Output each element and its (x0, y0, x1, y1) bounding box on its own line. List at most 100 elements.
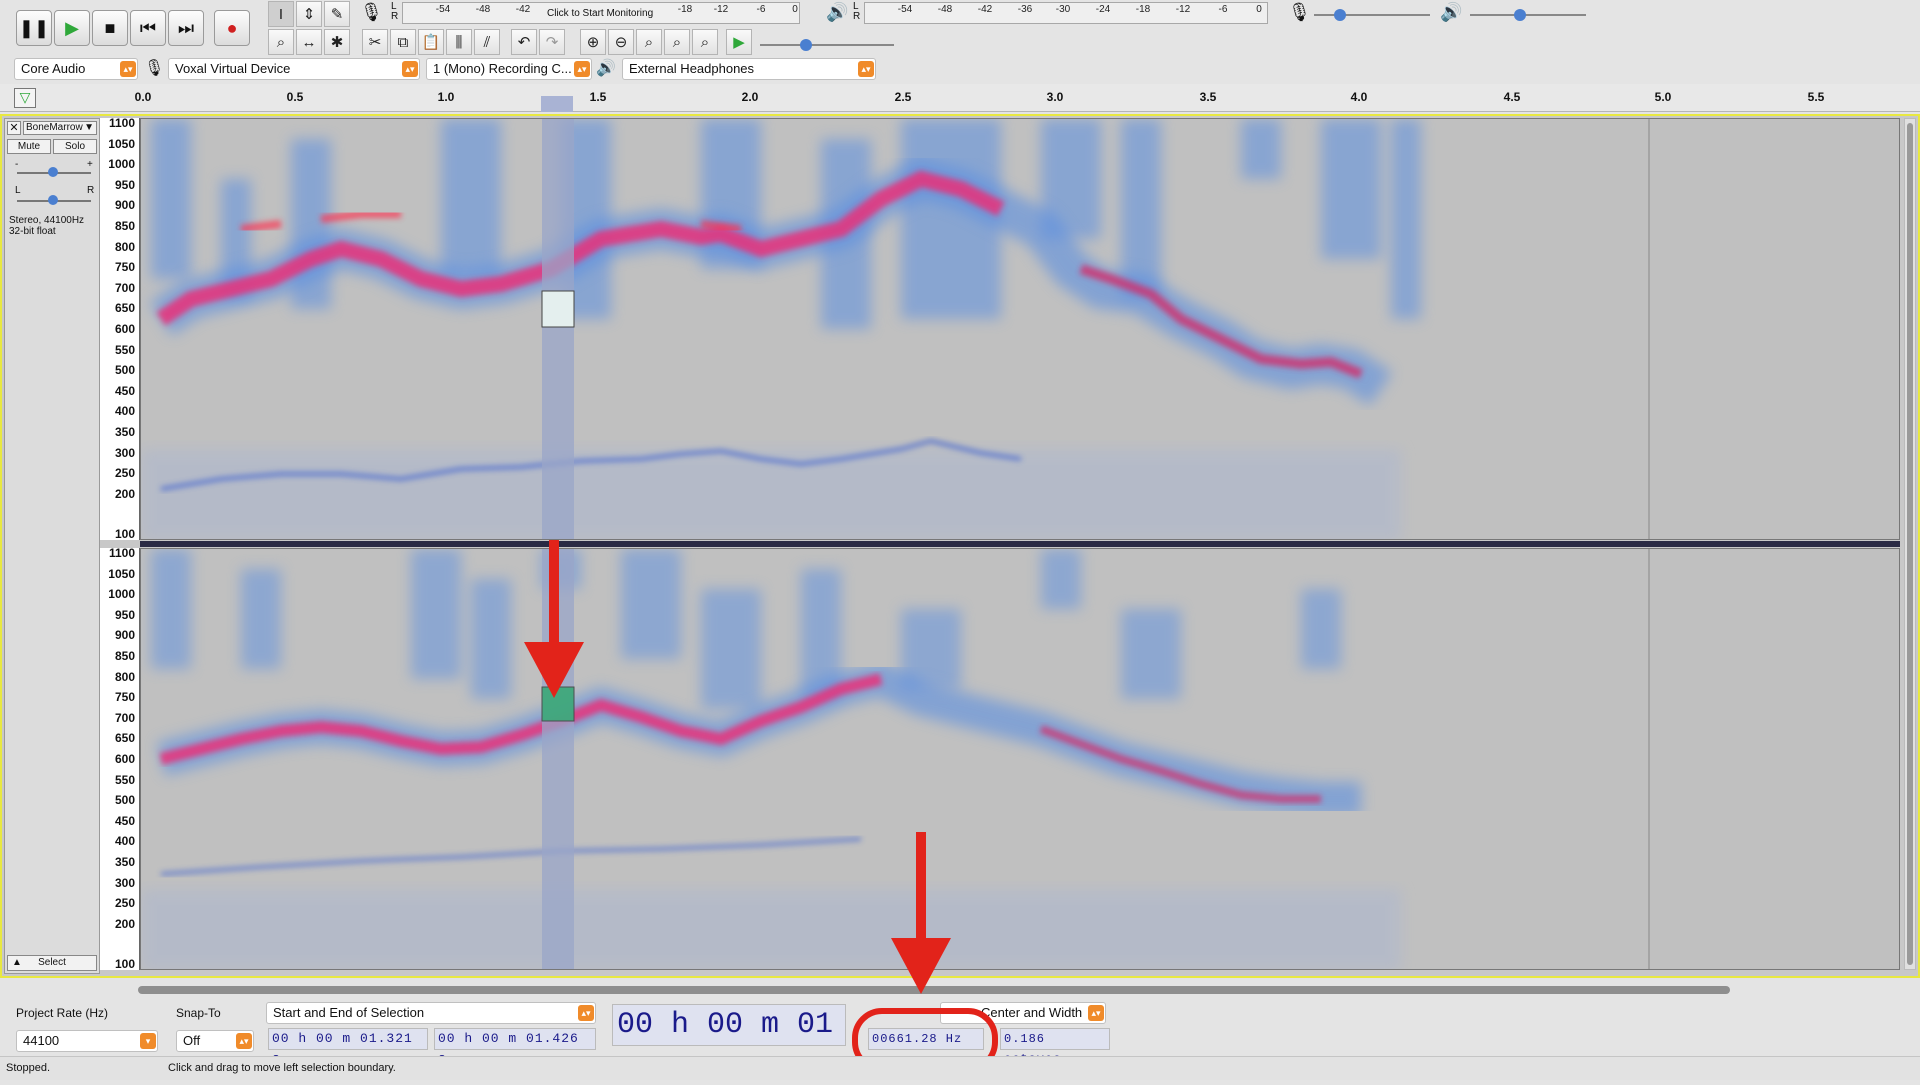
paste-button[interactable]: 📋 (418, 29, 444, 55)
rec-meter-lr: LR (391, 1, 399, 22)
multi-tool[interactable]: ✱ (324, 29, 350, 55)
speaker-icon[interactable]: 🔊 (826, 2, 848, 23)
selection-tool[interactable]: I (268, 1, 294, 27)
audio-position-display[interactable]: 00 h 00 m 01 s (612, 1004, 846, 1082)
pan-slider[interactable] (17, 195, 91, 205)
play-meter-lr: LR (853, 1, 861, 22)
track-name-menu[interactable]: BoneMarrow ▼ (23, 121, 97, 135)
pause-button[interactable]: ❚❚ (16, 10, 52, 46)
record-button[interactable]: ● (214, 10, 250, 46)
frequency-tick-label: 600 (114, 752, 135, 766)
frequency-tick-label: 600 (114, 322, 135, 336)
silence-button[interactable]: ⫽ (474, 29, 500, 55)
cut-button[interactable]: ✂ (362, 29, 388, 55)
frequency-scale-upper: 1100 1050 1000 950 900 850 800 750 700 650 600 550 5… (100, 116, 140, 541)
zoom-in-button[interactable]: ⊕ (580, 29, 606, 55)
vertical-scrollbar[interactable] (1904, 118, 1916, 970)
mic-volume-icon: 🎙 (1288, 2, 1311, 22)
redo-button[interactable]: ↷ (539, 29, 565, 55)
annotation-arrow-shaft-1 (549, 540, 559, 644)
selection-start-time[interactable]: 00 h 00 m 01.321 s (268, 1028, 428, 1066)
spectrogram-left-channel[interactable] (140, 118, 1900, 540)
frequency-tick-label: 1100 (108, 546, 135, 561)
draw-tool[interactable]: ✎ (324, 1, 350, 27)
envelope-tool[interactable]: ⇕ (296, 1, 322, 27)
fit-project-button[interactable]: ⌕ (664, 29, 690, 55)
mic-icon[interactable]: 🎙 (360, 2, 383, 23)
chevron-down-icon: ▴▾ (402, 61, 418, 77)
play-at-speed-button[interactable]: ▶ (726, 29, 752, 55)
trim-button[interactable]: ⫼ (446, 29, 472, 55)
frequency-tick-label: 400 (114, 404, 135, 419)
spectrogram-upper-svg (141, 119, 1899, 539)
status-hint: Click and drag to move left selection bo… (168, 1062, 396, 1074)
gain-minus-label: - (15, 159, 19, 170)
frequency-tick-label: 950 (114, 177, 135, 192)
gain-slider[interactable] (17, 167, 91, 177)
stop-button[interactable]: ■ (92, 10, 128, 46)
frequency-tick-label: 350 (114, 424, 135, 439)
playback-volume-slider[interactable] (1470, 9, 1586, 21)
select-track-button[interactable]: ▲ Select (7, 955, 97, 971)
input-device-select[interactable]: Voxal Virtual Device ▴▾ (168, 58, 420, 80)
snap-to-select[interactable]: Off ▴▾ (176, 1030, 254, 1052)
play-speed-slider[interactable] (760, 39, 894, 51)
frequency-tick-label: 1000 (108, 587, 135, 602)
frequency-tick-label: 900 (114, 628, 135, 643)
frequency-tick-label: 700 (114, 280, 135, 295)
audio-host-select[interactable]: Core Audio ▴▾ (14, 58, 138, 80)
undo-button[interactable]: ↶ (511, 29, 537, 55)
monitor-label[interactable]: Click to Start Monitoring (547, 8, 653, 19)
zoom-toggle-button[interactable]: ⌕ (692, 29, 718, 55)
zoom-in-icon: ⊕ (586, 34, 600, 51)
spectral-selection-upper (541, 290, 575, 328)
frequency-tick-label: 700 (114, 710, 135, 725)
timeline-options-icon[interactable]: ▽ (14, 88, 36, 108)
timeshift-tool[interactable]: ↔ (296, 29, 322, 55)
undo-icon: ↶ (517, 34, 531, 51)
skip-end-icon: ⏭ (177, 17, 195, 38)
skip-end-button[interactable]: ⏭ (168, 10, 204, 46)
selection-end-time[interactable]: 00 h 00 m 01.426 s (434, 1028, 596, 1066)
status-state: Stopped. (6, 1062, 51, 1074)
recording-meter[interactable]: -54 -48 -42 -18 -12 -6 0 Click to Start … (402, 2, 800, 24)
solo-button[interactable]: Solo (53, 139, 97, 154)
spectrogram-right-channel[interactable] (140, 548, 1900, 970)
frequency-tick-label: 100 (114, 956, 135, 971)
timeline-ruler[interactable]: ▽ 0.0 0.5 1.0 1.5 2.0 2.5 3.0 3.5 4.0 4.… (0, 84, 1920, 112)
ruler-selection[interactable] (541, 96, 573, 112)
frequency-tick-label: 200 (114, 486, 135, 501)
zoom-out-button[interactable]: ⊖ (608, 29, 634, 55)
chevron-down-icon: ▴▾ (1088, 1005, 1104, 1021)
frequency-tick-label: 750 (114, 260, 135, 275)
close-track-icon[interactable]: ✕ (7, 121, 21, 135)
selection-mode-select[interactable]: Start and End of Selection ▴▾ (266, 1002, 596, 1024)
fit-selection-button[interactable]: ⌕ (636, 29, 662, 55)
project-rate-select[interactable]: 44100 ▾ (16, 1030, 158, 1052)
mute-button[interactable]: Mute (7, 139, 51, 154)
frequency-tick-label: 550 (114, 772, 135, 787)
output-device-select[interactable]: External Headphones ▴▾ (622, 58, 876, 80)
channels-select[interactable]: 1 (Mono) Recording C... ▴▾ (426, 58, 592, 80)
frequency-tick-label: 250 (114, 896, 135, 911)
paste-icon: 📋 (421, 34, 441, 51)
annotation-arrow-head-1 (524, 642, 584, 698)
output-speaker-icon: 🔊 (596, 60, 616, 77)
envelope-icon: ⇕ (302, 6, 316, 23)
play-meter-ticks: -54 -48 -42 -36 -30 -24 -18 -12 -6 0 (897, 4, 1262, 15)
copy-button[interactable]: ⧉ (390, 29, 416, 55)
chevron-down-icon: ▾ (140, 1033, 156, 1049)
play-button[interactable]: ▶ (54, 10, 90, 46)
bandwidth-field[interactable]: 0.186 octaves (1000, 1028, 1110, 1066)
playback-meter[interactable]: -54 -48 -42 -36 -30 -24 -18 -12 -6 0 (864, 2, 1268, 24)
status-bar: Stopped. Click and drag to move left sel… (0, 1056, 1920, 1080)
zoom-tool[interactable]: ⌕ (268, 29, 294, 55)
frequency-tick-label: 800 (114, 239, 135, 254)
timeshift-icon: ↔ (301, 33, 317, 51)
zoom-toggle-icon: ⌕ (700, 33, 710, 51)
frequency-tick-label: 200 (114, 916, 135, 931)
annotation-arrow-head-2 (891, 938, 951, 994)
frequency-tick-label: 400 (114, 834, 135, 849)
skip-start-button[interactable]: ⏮ (130, 10, 166, 46)
recording-volume-slider[interactable] (1314, 9, 1430, 21)
